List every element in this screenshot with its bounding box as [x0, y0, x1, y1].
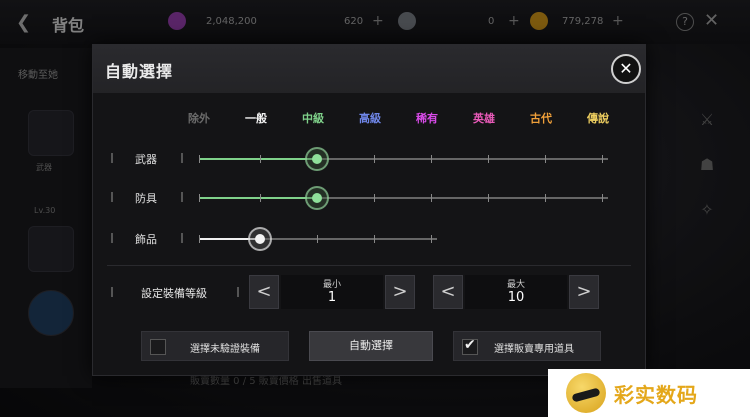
close-button[interactable]: ✕ [611, 54, 641, 84]
grade-label: 除外 [188, 112, 210, 125]
slider-tick [545, 194, 546, 202]
grade-label: 稀有 [416, 112, 438, 125]
slider-tick [602, 194, 603, 202]
unverified-label: 選擇未驗證裝備 [190, 344, 260, 355]
max-value: 10 [507, 290, 525, 305]
select-sell-only-toggle[interactable]: ✔ 選擇販賣專用道具 [453, 331, 601, 361]
select-unverified-toggle[interactable]: 選擇未驗證裝備 [141, 331, 289, 361]
slider-tick [199, 155, 200, 163]
grade-slider-track[interactable] [199, 227, 437, 251]
max-decrease-button[interactable]: < [433, 275, 463, 309]
grade-label: 傳說 [587, 112, 609, 125]
min-decrease-button[interactable]: < [249, 275, 279, 309]
slider-tick [374, 155, 375, 163]
grade-slider-track[interactable] [199, 147, 608, 171]
watermark: 彩实数码 [548, 369, 750, 417]
grade-label: 中級 [302, 112, 324, 125]
slider-tick [374, 235, 375, 243]
min-value: 1 [327, 290, 337, 305]
slider-tick [199, 194, 200, 202]
slider-tick [317, 235, 318, 243]
unverified-checkbox[interactable] [150, 339, 166, 355]
grade-label: 一般 [245, 112, 267, 125]
min-level-stepper: < 最小 1 > [249, 275, 415, 309]
slider-tick [199, 235, 200, 243]
max-level-display: 最大 10 [465, 275, 567, 309]
slider-tick [260, 155, 261, 163]
max-caption: 最大 [506, 280, 525, 290]
game-screen: ❮ 背包 2,048,200 620 + 0 + 779,278 + ? ✕ 移… [0, 0, 750, 417]
max-increase-button[interactable]: > [569, 275, 599, 309]
watermark-text: 彩实数码 [614, 383, 698, 407]
slider-fill [199, 158, 317, 160]
slider-tick [374, 194, 375, 202]
divider [107, 265, 631, 266]
grade-slider-track[interactable] [199, 186, 608, 210]
slider-knob[interactable] [248, 227, 272, 251]
auto-select-button[interactable]: 自動選擇 [309, 331, 433, 361]
min-caption: 最小 [322, 280, 341, 290]
slider-fill [199, 197, 317, 199]
sell-only-checkbox[interactable]: ✔ [462, 337, 478, 355]
max-level-stepper: < 最大 10 > [433, 275, 599, 309]
slider-knob[interactable] [305, 147, 329, 171]
slider-tick [488, 194, 489, 202]
sell-only-label: 選擇販賣專用道具 [494, 344, 574, 355]
slider-tick [431, 235, 432, 243]
min-increase-button[interactable]: > [385, 275, 415, 309]
slider-tick [488, 155, 489, 163]
grade-label: 高級 [359, 112, 381, 125]
slider-tick [545, 155, 546, 163]
dialog-title: 自動選擇 [105, 62, 174, 81]
slider-tick [602, 155, 603, 163]
dialog-header: 自動選擇 ✕ [93, 45, 645, 93]
slider-tick [431, 194, 432, 202]
slider-tick [431, 155, 432, 163]
slider-knob[interactable] [305, 186, 329, 210]
grade-label: 英雄 [473, 112, 495, 125]
min-level-display: 最小 1 [281, 275, 383, 309]
grade-label: 古代 [530, 112, 552, 125]
slider-tick [260, 194, 261, 202]
check-icon: ✔ [464, 337, 476, 353]
watermark-logo-icon [566, 373, 606, 413]
auto-select-dialog: 自動選擇 ✕ 除外 一般 中級 高級 稀有 英雄 古代 傳說 武器 防具 飾品 設定裝備等級 < … [92, 44, 646, 376]
